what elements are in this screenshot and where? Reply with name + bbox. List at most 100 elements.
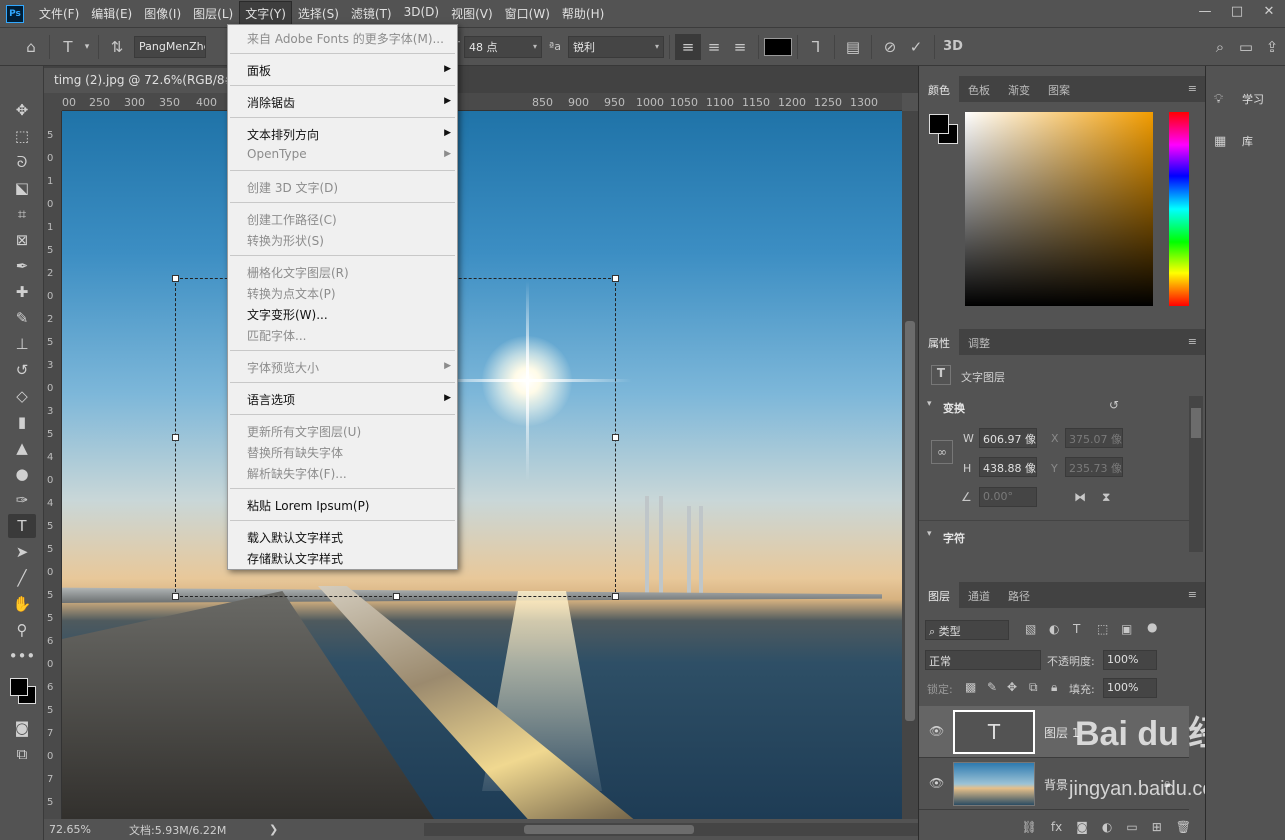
panel-menu-icon[interactable]: ≡ bbox=[1188, 82, 1197, 95]
menu-item[interactable]: 文字(Y) bbox=[239, 1, 292, 26]
chevron-down-icon[interactable]: ▾ bbox=[81, 34, 93, 60]
panel-menu-icon[interactable]: ≡ bbox=[1188, 335, 1197, 348]
healing-tool-icon[interactable]: ✚ bbox=[8, 280, 36, 304]
angle-input[interactable]: 0.00° bbox=[979, 487, 1037, 507]
dropdown-menu-item[interactable]: 文字变形(W)... bbox=[228, 303, 457, 324]
tab-color[interactable]: 颜色 bbox=[919, 76, 959, 102]
workspace-icon[interactable]: ▭ bbox=[1233, 34, 1259, 60]
filter-type-icon[interactable]: T bbox=[1073, 622, 1080, 636]
flip-horizontal-icon[interactable]: ⧓ bbox=[1074, 490, 1086, 504]
lasso-tool-icon[interactable]: ᘐ bbox=[8, 150, 36, 174]
foreground-color-swatch[interactable] bbox=[929, 114, 949, 134]
maximize-button[interactable]: □ bbox=[1221, 0, 1253, 22]
zoom-tool-icon[interactable]: ⚲ bbox=[8, 618, 36, 642]
character-section-title[interactable]: 字符 bbox=[943, 530, 965, 546]
dropdown-menu-item[interactable]: 文本排列方向 ▶ bbox=[228, 123, 457, 144]
status-menu-arrow[interactable]: ❯ bbox=[269, 823, 278, 836]
opacity-input[interactable]: 100% bbox=[1103, 650, 1157, 670]
eraser-tool-icon[interactable]: ◇ bbox=[8, 384, 36, 408]
layer-name[interactable]: 背景 bbox=[1044, 776, 1068, 793]
minimize-button[interactable]: — bbox=[1189, 0, 1221, 22]
transform-handle[interactable] bbox=[612, 593, 619, 600]
object-select-tool-icon[interactable]: ⬕ bbox=[8, 176, 36, 200]
menu-item[interactable]: 窗口(W) bbox=[500, 2, 555, 25]
color-picker-field[interactable] bbox=[965, 112, 1153, 306]
tab-channels[interactable]: 通道 bbox=[959, 582, 999, 608]
lock-transparency-icon[interactable]: ▩ bbox=[965, 680, 976, 694]
stamp-tool-icon[interactable]: ⊥ bbox=[8, 332, 36, 356]
transform-handle[interactable] bbox=[393, 593, 400, 600]
group-icon[interactable]: ▭ bbox=[1126, 820, 1137, 834]
flip-vertical-icon[interactable]: ⧗ bbox=[1102, 490, 1110, 505]
menu-item[interactable]: 图层(L) bbox=[188, 2, 238, 25]
home-icon[interactable]: ⌂ bbox=[18, 34, 44, 60]
lock-pixels-icon[interactable]: ✎ bbox=[987, 680, 997, 694]
search-icon[interactable]: ⌕ bbox=[1207, 34, 1233, 60]
fill-input[interactable]: 100% bbox=[1103, 678, 1157, 698]
transform-handle[interactable] bbox=[612, 275, 619, 282]
lock-artboard-icon[interactable]: ⧉ bbox=[1029, 680, 1038, 695]
transform-handle[interactable] bbox=[172, 275, 179, 282]
link-icon[interactable]: ∞ bbox=[931, 440, 953, 464]
dropdown-menu-item[interactable]: 面板 ▶ bbox=[228, 59, 457, 80]
properties-scrollbar[interactable] bbox=[1189, 396, 1203, 552]
lock-position-icon[interactable]: ✥ bbox=[1007, 680, 1017, 694]
close-button[interactable]: ✕ bbox=[1253, 0, 1285, 22]
lock-all-icon[interactable]: 🔒︎ bbox=[1051, 680, 1057, 695]
tab-properties[interactable]: 属性 bbox=[919, 329, 959, 355]
tab-gradients[interactable]: 渐变 bbox=[999, 76, 1039, 102]
libraries-panel-button[interactable]: ▦ 库 bbox=[1214, 126, 1278, 156]
filter-smart-object-icon[interactable]: ▣ bbox=[1121, 622, 1132, 636]
align-left-icon[interactable]: ≡ bbox=[675, 33, 701, 60]
menu-item[interactable]: 视图(V) bbox=[446, 2, 498, 25]
brush-tool-icon[interactable]: ✎ bbox=[8, 306, 36, 330]
transform-handle[interactable] bbox=[172, 434, 179, 441]
layer-filter-select[interactable]: ⌕ 类型 bbox=[925, 620, 1009, 640]
chevron-down-icon[interactable]: ▾ bbox=[927, 529, 932, 539]
dodge-tool-icon[interactable]: ● bbox=[8, 462, 36, 486]
tab-paths[interactable]: 路径 bbox=[999, 582, 1039, 608]
blend-mode-select[interactable]: 正常 bbox=[925, 650, 1041, 670]
menu-item[interactable]: 滤镜(T) bbox=[346, 2, 397, 25]
pen-tool-icon[interactable]: ✑ bbox=[8, 488, 36, 512]
dropdown-menu-item[interactable]: 存储默认文字样式 bbox=[228, 547, 457, 568]
align-right-icon[interactable]: ≡ bbox=[727, 34, 753, 60]
scrollbar-thumb[interactable] bbox=[1191, 408, 1201, 438]
menu-item[interactable]: 图像(I) bbox=[139, 2, 186, 25]
vertical-scrollbar[interactable] bbox=[902, 111, 918, 819]
document-tab[interactable]: timg (2).jpg @ 72.6%(RGB/8#) * bbox=[44, 68, 234, 93]
dropdown-menu-item[interactable]: 消除锯齿 ▶ bbox=[228, 91, 457, 112]
transform-handle[interactable] bbox=[612, 434, 619, 441]
canvas-image[interactable] bbox=[62, 111, 902, 819]
dropdown-menu-item[interactable]: 语言选项 ▶ bbox=[228, 388, 457, 409]
mask-icon[interactable]: ◙ bbox=[1076, 820, 1088, 834]
fx-icon[interactable]: fx bbox=[1051, 820, 1062, 834]
warp-text-icon[interactable]: Ꞁ bbox=[803, 34, 829, 60]
text-orientation-icon[interactable]: ⇅ bbox=[104, 34, 130, 60]
chevron-down-icon[interactable]: ▾ bbox=[927, 399, 932, 409]
filter-pixel-icon[interactable]: ▧ bbox=[1025, 622, 1036, 636]
3d-button[interactable]: 3D bbox=[940, 34, 966, 60]
crop-tool-icon[interactable]: ⌗ bbox=[8, 202, 36, 226]
visibility-eye-icon[interactable]: 👁︎ bbox=[929, 776, 944, 790]
learn-panel-button[interactable]: 💡︎ 学习 bbox=[1214, 84, 1278, 114]
blur-tool-icon[interactable]: ▲ bbox=[8, 436, 36, 460]
foreground-color-swatch[interactable] bbox=[10, 678, 28, 696]
zoom-level[interactable]: 72.65% bbox=[49, 823, 129, 836]
frame-tool-icon[interactable]: ⊠ bbox=[8, 228, 36, 252]
history-brush-icon[interactable]: ↺ bbox=[8, 358, 36, 382]
dropdown-menu-item[interactable]: 载入默认文字样式 bbox=[228, 526, 457, 547]
new-layer-icon[interactable]: ⊞ bbox=[1152, 820, 1162, 834]
move-tool-icon[interactable]: ✥ bbox=[8, 98, 36, 122]
hue-slider[interactable] bbox=[1169, 112, 1189, 306]
commit-icon[interactable]: ✓ bbox=[903, 34, 929, 60]
dropdown-menu-item[interactable]: 粘贴 Lorem Ipsum(P) bbox=[228, 494, 457, 515]
path-select-tool-icon[interactable]: ➤ bbox=[8, 540, 36, 564]
share-icon[interactable]: ⇪ bbox=[1259, 34, 1285, 60]
tab-layers[interactable]: 图层 bbox=[919, 582, 959, 608]
filter-adjustment-icon[interactable]: ◐ bbox=[1049, 622, 1059, 636]
quick-mask-icon[interactable]: ◙ bbox=[8, 716, 36, 740]
menu-item[interactable]: 选择(S) bbox=[293, 2, 344, 25]
text-tool-preset-icon[interactable]: T bbox=[55, 34, 81, 60]
panel-menu-icon[interactable]: ≡ bbox=[1188, 588, 1197, 601]
